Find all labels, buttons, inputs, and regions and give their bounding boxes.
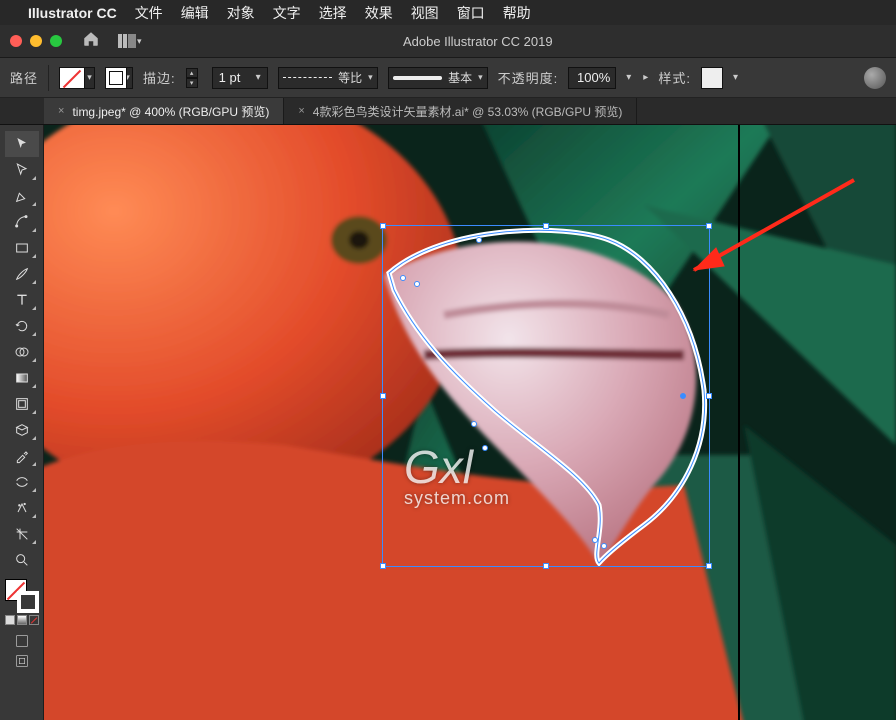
anchor-point[interactable]	[471, 421, 477, 427]
fill-swatch-group[interactable]: ▾	[59, 67, 95, 89]
selection-tool[interactable]	[5, 131, 39, 157]
stroke-swatch-group[interactable]: ▾	[105, 67, 133, 89]
anchor-point[interactable]	[601, 543, 607, 549]
system-menubar: Illustrator CC 文件 编辑 对象 文字 选择 效果 视图 窗口 帮…	[0, 0, 896, 25]
document-tab-2[interactable]: × 4款彩色鸟类设计矢量素材.ai* @ 53.03% (RGB/GPU 预览)	[284, 98, 637, 124]
menu-select[interactable]: 选择	[319, 3, 347, 23]
stroke-proxy[interactable]	[17, 591, 39, 613]
blend-tool[interactable]	[5, 469, 39, 495]
anchor-point[interactable]	[680, 393, 686, 399]
opacity-chevron-icon[interactable]: ▾	[626, 72, 631, 83]
selection-bounding-box[interactable]	[382, 225, 710, 567]
stroke-label[interactable]: 描边:	[143, 68, 176, 87]
document-tabs: × timg.jpeg* @ 400% (RGB/GPU 预览) × 4款彩色鸟…	[0, 98, 896, 125]
opacity-label[interactable]: 不透明度:	[498, 68, 559, 87]
menu-type[interactable]: 文字	[273, 3, 301, 23]
selection-type-label: 路径	[10, 68, 38, 87]
stroke-width-spinner[interactable]: ▴▾	[186, 68, 198, 88]
shape-builder-tool[interactable]	[5, 339, 39, 365]
control-bar: 路径 ▾ ▾ 描边: ▴▾ 1 pt ▾ 等比 ▾ 基本 ▾ 不透明度: 100…	[0, 58, 896, 98]
document-tab-1[interactable]: × timg.jpeg* @ 400% (RGB/GPU 预览)	[44, 98, 284, 124]
fill-stroke-proxy[interactable]	[5, 579, 39, 613]
menu-effect[interactable]: 效果	[365, 3, 393, 23]
anchor-point[interactable]	[414, 281, 420, 287]
color-mode-buttons[interactable]	[5, 615, 39, 625]
stroke-width-input[interactable]: 1 pt ▾	[212, 67, 268, 89]
menu-object[interactable]: 对象	[227, 3, 255, 23]
menu-file[interactable]: 文件	[135, 3, 163, 23]
graphic-style-swatch[interactable]	[701, 67, 723, 89]
recolor-artwork-icon[interactable]	[864, 67, 886, 89]
paintbrush-tool[interactable]	[5, 261, 39, 287]
close-tab-icon[interactable]: ×	[58, 105, 64, 117]
artboard-tool[interactable]	[5, 391, 39, 417]
opacity-input[interactable]: 100%	[568, 67, 616, 89]
rotate-tool[interactable]	[5, 313, 39, 339]
arrange-documents-icon[interactable]: ▾	[118, 34, 142, 48]
tools-panel	[0, 125, 44, 720]
draw-mode-buttons[interactable]	[14, 633, 30, 669]
document-canvas[interactable]: Gxl system.com	[44, 125, 896, 720]
style-label[interactable]: 样式:	[658, 68, 691, 87]
window-titlebar: ▾ Adobe Illustrator CC 2019	[0, 25, 896, 58]
color-mode-solid[interactable]	[5, 615, 15, 625]
stroke-width-value: 1 pt	[219, 70, 241, 85]
color-mode-gradient[interactable]	[17, 615, 27, 625]
pen-tool[interactable]	[5, 183, 39, 209]
zoom-window-button[interactable]	[50, 35, 62, 47]
tab-label: 4款彩色鸟类设计矢量素材.ai* @ 53.03% (RGB/GPU 预览)	[313, 103, 623, 120]
anchor-point[interactable]	[592, 537, 598, 543]
brush-definition-select[interactable]: 基本 ▾	[388, 67, 488, 89]
minimize-window-button[interactable]	[30, 35, 42, 47]
menu-window[interactable]: 窗口	[457, 3, 485, 23]
chevron-down-icon: ▾	[368, 72, 373, 83]
opacity-flyout-icon[interactable]: ▸	[643, 72, 648, 83]
stroke-swatch[interactable]	[109, 71, 123, 85]
chevron-down-icon: ▾	[478, 72, 483, 83]
menu-edit[interactable]: 编辑	[181, 3, 209, 23]
menu-view[interactable]: 视图	[411, 3, 439, 23]
window-controls	[10, 35, 62, 47]
profile-label: 等比	[338, 69, 362, 86]
fill-swatch-chevron-icon[interactable]: ▾	[85, 67, 95, 89]
symbol-sprayer-tool[interactable]	[5, 495, 39, 521]
style-chevron-icon[interactable]: ▾	[733, 72, 738, 83]
fill-swatch[interactable]	[59, 67, 85, 89]
separator	[48, 65, 49, 91]
anchor-point[interactable]	[482, 445, 488, 451]
color-mode-none[interactable]	[29, 615, 39, 625]
slice-tool[interactable]	[5, 521, 39, 547]
direct-selection-tool[interactable]	[5, 157, 39, 183]
close-window-button[interactable]	[10, 35, 22, 47]
work-area: Gxl system.com	[0, 125, 896, 720]
rectangle-tool[interactable]	[5, 235, 39, 261]
eyedropper-tool[interactable]	[5, 443, 39, 469]
brush-label: 基本	[448, 69, 472, 86]
anchor-point[interactable]	[400, 275, 406, 281]
type-tool[interactable]	[5, 287, 39, 313]
tab-label: timg.jpeg* @ 400% (RGB/GPU 预览)	[72, 103, 269, 120]
annotation-arrow	[664, 170, 864, 290]
home-icon[interactable]	[82, 30, 100, 53]
opacity-value: 100%	[577, 70, 610, 85]
zoom-tool[interactable]	[5, 547, 39, 573]
anchor-point[interactable]	[476, 237, 482, 243]
menu-help[interactable]: 帮助	[503, 3, 531, 23]
free-transform-tool[interactable]	[5, 417, 39, 443]
close-tab-icon[interactable]: ×	[298, 105, 304, 117]
chevron-down-icon: ▾	[256, 72, 261, 83]
app-menu[interactable]: Illustrator CC	[28, 5, 117, 21]
gradient-tool[interactable]	[5, 365, 39, 391]
product-title: Adobe Illustrator CC 2019	[150, 34, 886, 49]
curvature-tool[interactable]	[5, 209, 39, 235]
variable-width-profile-select[interactable]: 等比 ▾	[278, 67, 378, 89]
